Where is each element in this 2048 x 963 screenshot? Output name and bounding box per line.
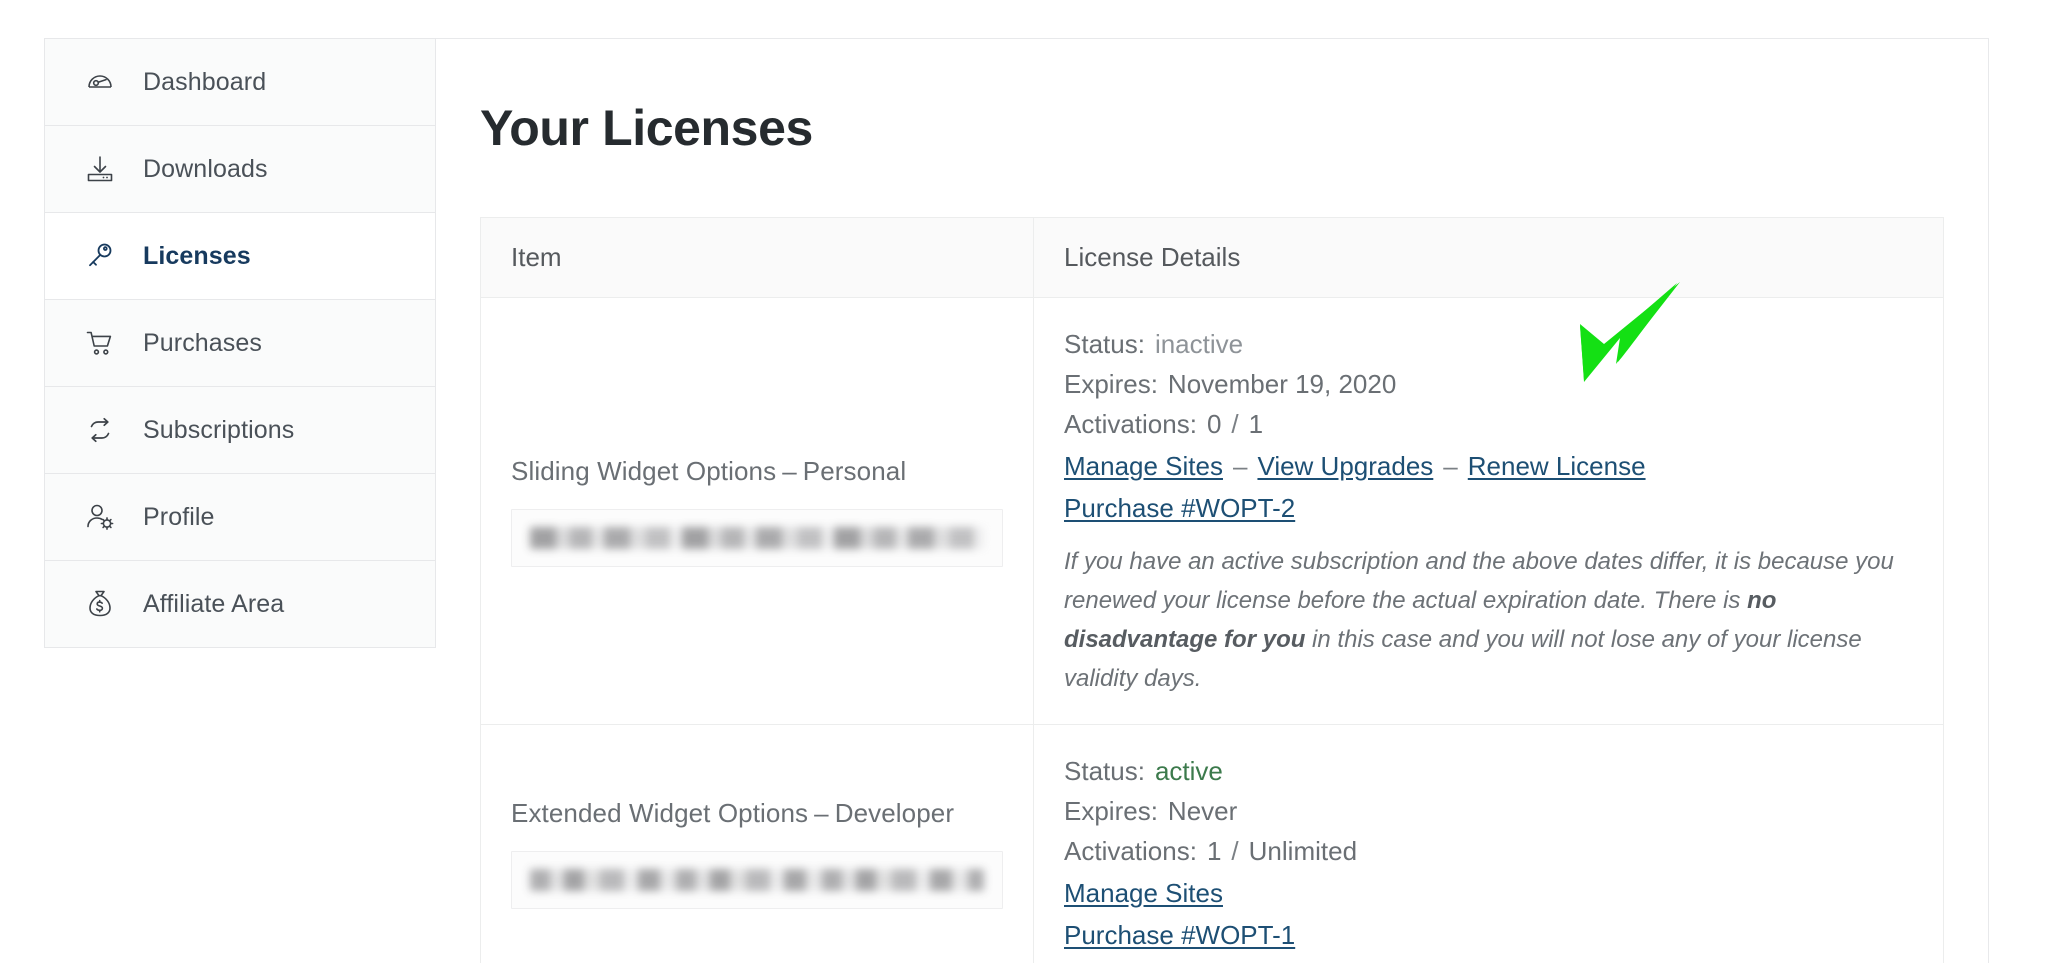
refresh-loop-icon — [83, 413, 117, 447]
license-action-links: Manage Sites – View Upgrades – Renew License — [1064, 446, 1913, 486]
table-header-row: Item License Details — [480, 217, 1944, 298]
link-separator: – — [1443, 451, 1458, 481]
renew-license-link[interactable]: Renew License — [1468, 451, 1646, 481]
activations-divider: / — [1231, 836, 1239, 866]
licenses-table: Item License Details Sliding Widget Opti… — [480, 217, 1944, 963]
activations-divider: / — [1231, 409, 1239, 439]
gauge-icon — [83, 65, 117, 99]
activations-used: 1 — [1206, 836, 1222, 866]
view-upgrades-link[interactable]: View Upgrades — [1257, 451, 1433, 481]
license-details-cell: Status: inactive Expires: November 19, 202… — [1033, 297, 1944, 725]
sidebar-item-label: Profile — [143, 502, 215, 531]
license-title-dash: – — [814, 797, 829, 828]
manage-sites-link[interactable]: Manage Sites — [1064, 451, 1223, 481]
expires-label: Expires: — [1064, 369, 1158, 399]
status-badge: active — [1154, 756, 1223, 786]
purchase-link[interactable]: Purchase #WOPT-1 — [1064, 920, 1295, 950]
column-header-item: Item — [480, 217, 1034, 298]
license-key-field[interactable] — [511, 850, 1003, 909]
manage-sites-link[interactable]: Manage Sites — [1064, 878, 1223, 908]
page-title: Your Licenses — [480, 100, 813, 156]
sidebar-item-label: Affiliate Area — [143, 589, 285, 618]
download-icon — [83, 152, 117, 186]
license-purchase-link-row: Purchase #WOPT-1 — [1064, 915, 1913, 955]
license-purchase-link-row: Purchase #WOPT-2 — [1064, 488, 1913, 528]
status-label: Status: — [1064, 329, 1145, 359]
license-tier: Personal — [802, 455, 907, 486]
purchase-link[interactable]: Purchase #WOPT-2 — [1064, 493, 1295, 523]
sidebar-item-label: Licenses — [143, 241, 251, 270]
activations-label: Activations: — [1064, 836, 1197, 866]
license-key-masked-value — [530, 526, 984, 549]
license-activations-line: Activations: 1 / Unlimited — [1064, 831, 1913, 871]
license-tier: Developer — [834, 797, 955, 828]
user-gear-icon — [83, 500, 117, 534]
license-key-field[interactable] — [511, 508, 1003, 567]
license-key-masked-value — [530, 868, 984, 891]
expires-label: Expires: — [1064, 796, 1158, 826]
table-body: Sliding Widget Options – Personal Status: i… — [480, 297, 1944, 963]
status-label: Status: — [1064, 756, 1145, 786]
license-renewal-note: If you have an active subscription and t… — [1064, 542, 1913, 698]
main-content-panel: Your Licenses Item License Details Slidi… — [436, 38, 1989, 963]
account-layout: Dashboard Downloads Licenses Purchases S… — [44, 38, 1989, 963]
sidebar-item-purchases[interactable]: Purchases — [45, 300, 435, 387]
key-icon — [83, 239, 117, 273]
activations-label: Activations: — [1064, 409, 1197, 439]
table-row: Extended Widget Options – Developer Status… — [480, 724, 1944, 963]
account-sidebar: Dashboard Downloads Licenses Purchases S… — [44, 38, 436, 648]
status-badge: inactive — [1154, 329, 1244, 359]
license-item-title: Extended Widget Options – Developer — [511, 798, 1003, 829]
license-status-line: Status: inactive — [1064, 324, 1913, 364]
sidebar-item-label: Downloads — [143, 154, 268, 183]
license-status-line: Status: active — [1064, 751, 1913, 791]
license-expires-line: Expires: Never — [1064, 791, 1913, 831]
table-row: Sliding Widget Options – Personal Status: i… — [480, 297, 1944, 725]
license-expires-line: Expires: November 19, 2020 — [1064, 364, 1913, 404]
money-bag-icon — [83, 587, 117, 621]
activations-limit: 1 — [1248, 409, 1264, 439]
license-product-name: Extended Widget Options — [511, 797, 809, 828]
sidebar-item-label: Dashboard — [143, 67, 267, 96]
sidebar-item-label: Subscriptions — [143, 415, 295, 444]
license-activations-line: Activations: 0 / 1 — [1064, 404, 1913, 444]
shopping-cart-icon — [83, 326, 117, 360]
license-item-cell: Extended Widget Options – Developer — [480, 724, 1034, 963]
license-title-dash: – — [782, 455, 797, 486]
sidebar-item-subscriptions[interactable]: Subscriptions — [45, 387, 435, 474]
expires-value: Never — [1167, 796, 1238, 826]
license-action-links: Manage Sites — [1064, 873, 1913, 913]
sidebar-item-dashboard[interactable]: Dashboard — [45, 39, 435, 126]
table-head: Item License Details — [480, 217, 1944, 298]
license-details-cell: Status: active Expires: Never Activations:… — [1033, 724, 1944, 963]
activations-used: 0 — [1206, 409, 1222, 439]
activations-limit: Unlimited — [1248, 836, 1358, 866]
column-header-license-details: License Details — [1033, 217, 1944, 298]
sidebar-item-label: Purchases — [143, 328, 263, 357]
license-item-title: Sliding Widget Options – Personal — [511, 456, 1003, 487]
sidebar-item-licenses[interactable]: Licenses — [45, 213, 435, 300]
sidebar-item-downloads[interactable]: Downloads — [45, 126, 435, 213]
link-separator: – — [1232, 451, 1248, 481]
sidebar-item-profile[interactable]: Profile — [45, 474, 435, 561]
account-page: Dashboard Downloads Licenses Purchases S… — [0, 0, 2048, 963]
license-item-cell: Sliding Widget Options – Personal — [480, 297, 1034, 725]
sidebar-item-affiliate-area[interactable]: Affiliate Area — [45, 561, 435, 648]
expires-value: November 19, 2020 — [1167, 369, 1397, 399]
license-product-name: Sliding Widget Options — [511, 455, 777, 486]
